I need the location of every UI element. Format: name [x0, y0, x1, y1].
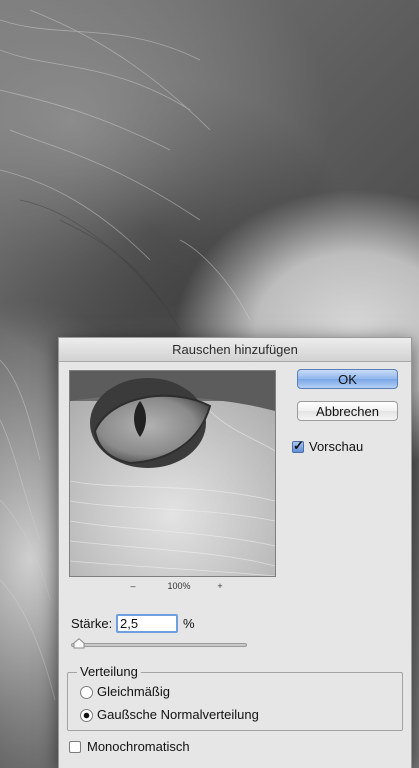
eye-preview-graphic	[70, 371, 275, 576]
radio-uniform-label[interactable]: Gleichmäßig	[97, 684, 170, 699]
monochrome-checkbox[interactable]	[69, 741, 81, 753]
zoom-out-button[interactable]: –	[127, 581, 139, 591]
preview-image[interactable]	[69, 370, 276, 577]
amount-unit: %	[183, 616, 195, 631]
dialog-title: Rauschen hinzufügen	[59, 338, 411, 362]
slider-thumb-icon[interactable]	[73, 638, 85, 649]
add-noise-dialog: Rauschen hinzufügen – 100% + OK Abbreche…	[58, 337, 412, 768]
radio-gaussian[interactable]	[80, 709, 93, 722]
radio-uniform[interactable]	[80, 686, 93, 699]
zoom-in-button[interactable]: +	[214, 581, 226, 591]
monochrome-label[interactable]: Monochromatisch	[87, 739, 190, 754]
checkmark-icon: ✓	[293, 438, 304, 453]
zoom-controls: – 100% +	[69, 581, 276, 595]
amount-slider-track[interactable]	[71, 643, 247, 647]
distribution-legend: Verteilung	[77, 664, 141, 679]
preview-label[interactable]: Vorschau	[309, 439, 363, 454]
amount-input[interactable]	[116, 614, 178, 633]
ok-button[interactable]: OK	[297, 369, 398, 389]
amount-label: Stärke:	[71, 616, 113, 631]
cancel-button[interactable]: Abbrechen	[297, 401, 398, 421]
distribution-group	[67, 672, 403, 731]
zoom-level: 100%	[167, 581, 191, 591]
preview-checkbox[interactable]: ✓	[292, 438, 304, 453]
radio-gaussian-label[interactable]: Gaußsche Normalverteilung	[97, 707, 259, 722]
